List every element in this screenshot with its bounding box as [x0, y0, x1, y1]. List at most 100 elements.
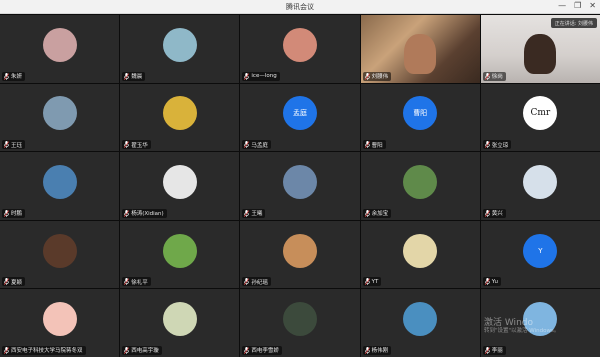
participant-tile[interactable]: Cmr 张立琼 [480, 83, 600, 152]
participant-avatar [403, 302, 438, 337]
participant-name: 孙纪瑶 [251, 279, 268, 286]
mic-muted-icon [244, 346, 250, 354]
participant-tile[interactable]: 刘腰伟 [360, 15, 480, 83]
participant-nametag: 徐岗 [482, 71, 506, 81]
participant-name: 翟玉华 [131, 142, 148, 149]
participant-avatar [282, 302, 317, 337]
participant-tile[interactable]: 西电李雪娇 [240, 289, 360, 357]
participant-tile[interactable]: 正在讲话: 刘腰伟 徐岗 [480, 15, 600, 83]
participant-name: 刘腰伟 [371, 74, 389, 81]
participant-name: 魏晨 [131, 74, 143, 81]
participant-nametag: 王珏 [2, 140, 26, 150]
participant-tile[interactable]: 西安电子科技大学马院蒋冬双 [0, 289, 120, 357]
participant-tile[interactable]: Y Yu [480, 220, 600, 289]
participant-name: 王珏 [11, 142, 23, 149]
mic-muted-icon [124, 278, 130, 286]
participant-tile[interactable]: 西电高宇璇 [120, 289, 240, 357]
mic-muted-icon [364, 72, 370, 80]
mic-muted-icon [364, 346, 370, 354]
participant-tile[interactable]: 杨伟刚 [360, 289, 480, 357]
watermark-line-2: 转到"设置"以激活 Windows。 [484, 328, 560, 334]
participant-avatar [282, 164, 317, 199]
participant-nametag: 李丽 [482, 345, 506, 355]
participant-name: 西电高宇璇 [131, 348, 159, 355]
mic-muted-icon [4, 209, 9, 217]
participant-nametag: 王曦 [242, 208, 266, 218]
participant-avatar [42, 27, 77, 62]
participant-nametag: 翟玉华 [122, 140, 151, 150]
participant-name: YT [371, 278, 379, 285]
mic-muted-icon [244, 209, 250, 217]
video-person [404, 33, 437, 74]
participant-name: 黄兴 [491, 211, 503, 218]
participant-tile[interactable]: 王珏 [0, 83, 120, 152]
participant-name: 时鹏 [11, 211, 23, 218]
participant-avatar [42, 96, 77, 131]
participant-avatar [42, 302, 77, 337]
participant-name: 徐岗 [491, 74, 503, 81]
participant-name: 西安电子科技大学马院蒋冬双 [11, 348, 83, 355]
minimize-icon[interactable]: — [558, 1, 566, 10]
mic-muted-icon [4, 278, 9, 286]
mic-muted-icon [244, 141, 250, 149]
participant-tile[interactable]: YT [360, 220, 480, 289]
participant-name: 朱妍 [11, 74, 23, 81]
participant-tile[interactable]: 王曦 [240, 152, 360, 220]
participant-avatar [162, 302, 197, 337]
participant-name: 余加宝 [371, 211, 389, 218]
mic-muted-icon [484, 278, 490, 286]
participant-nametag: 黄兴 [482, 208, 506, 218]
mic-muted-icon [484, 72, 490, 80]
participant-name: 曹阳 [371, 142, 383, 149]
participant-tile[interactable]: 孙纪瑶 [240, 220, 360, 289]
participant-avatar: Y [523, 233, 558, 268]
participant-avatar [403, 233, 438, 268]
participant-nametag: 张立琼 [482, 140, 512, 150]
participant-tile[interactable]: 翟玉华 [120, 83, 240, 152]
participant-nametag: 马孟庭 [242, 140, 271, 150]
participant-tile[interactable]: 杨涛(Xidian) [120, 152, 240, 220]
participant-name: 夏颖 [11, 279, 23, 286]
title-bar: 腾讯会议 — ❐ ✕ [0, 0, 600, 14]
participant-nametag: 时鹏 [2, 208, 26, 218]
participant-nametag: ice—long [242, 71, 280, 81]
mic-muted-icon [124, 209, 130, 217]
participant-name: 西电李雪娇 [251, 348, 279, 355]
participant-name: 徐礼平 [131, 279, 148, 286]
participant-avatar [162, 233, 197, 268]
participant-tile[interactable]: 魏晨 [120, 15, 240, 83]
participant-tile[interactable]: 时鹏 [0, 152, 120, 220]
participant-nametag: 朱妍 [2, 71, 26, 81]
participant-name: 张立琼 [491, 142, 509, 149]
mic-muted-icon [124, 346, 130, 354]
participant-tile[interactable]: 余加宝 [360, 152, 480, 220]
mic-muted-icon [244, 72, 250, 80]
participant-nametag: 西电高宇璇 [122, 345, 162, 355]
mic-muted-icon [484, 141, 490, 149]
participant-tile[interactable]: 朱妍 [0, 15, 120, 83]
participant-nametag: YT [362, 277, 382, 287]
mic-muted-icon [124, 72, 130, 80]
participant-avatar: 曹阳 [403, 96, 438, 131]
participant-nametag: 刘腰伟 [362, 71, 392, 81]
participant-name: 杨涛(Xidian) [131, 211, 164, 218]
restore-icon[interactable]: ❐ [574, 1, 581, 10]
participant-tile[interactable]: 曹阳 曹阳 [360, 83, 480, 152]
participant-tile[interactable]: 夏颖 [0, 220, 120, 289]
participant-name: 李丽 [491, 348, 503, 355]
participant-avatar [282, 233, 317, 268]
mic-muted-icon [364, 141, 370, 149]
mic-muted-icon [4, 72, 9, 80]
mic-muted-icon [4, 346, 9, 354]
participant-avatar [162, 27, 197, 62]
participant-avatar [282, 27, 317, 62]
participant-nametag: 余加宝 [362, 208, 392, 218]
participant-name: 王曦 [251, 211, 263, 218]
participant-avatar [42, 233, 77, 268]
close-icon[interactable]: ✕ [589, 1, 596, 10]
participant-tile[interactable]: 徐礼平 [120, 220, 240, 289]
participant-nametag: 西安电子科技大学马院蒋冬双 [2, 345, 86, 355]
participant-tile[interactable]: 孟庭 马孟庭 [240, 83, 360, 152]
participant-tile[interactable]: 黄兴 [480, 152, 600, 220]
participant-tile[interactable]: ice—long [240, 15, 360, 83]
